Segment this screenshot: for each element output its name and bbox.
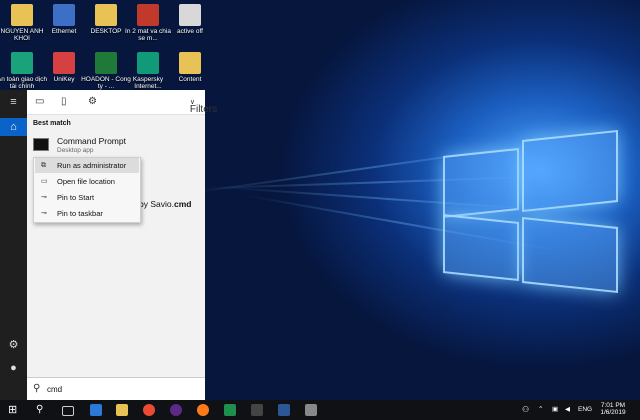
unikey-icon [53, 52, 75, 74]
start-search-panel: ≡ ⌂ ⚙ ● ▭ ▯ ⚙ Filters ∨ Best match Comma… [0, 90, 217, 401]
folder-icon: ▭ [41, 178, 48, 185]
menu-item-pin-to-start[interactable]: ⊸ Pin to Start [35, 190, 139, 205]
shield-run-icon: ⧉ [41, 162, 46, 169]
result-second[interactable]: by Savio.cmd [139, 199, 191, 209]
pin-icon: ⊸ [41, 210, 47, 217]
menu-item-run-as-administrator[interactable]: ⧉ Run as administrator [35, 158, 139, 173]
document-icon [179, 4, 201, 26]
menu-item-label: Pin to Start [57, 193, 95, 202]
app-icon[interactable] [305, 404, 317, 416]
desktop-icon-label: DESKTOP [90, 28, 122, 35]
menu-item-label: Run as administrator [57, 161, 127, 170]
taskbar: ⊞ ⚲ ⚇ ⌃ ▣ ◀ ENG 7:01 PM 1/6/2019 [0, 400, 640, 420]
task-view-icon[interactable] [62, 406, 74, 416]
network-icon [53, 4, 75, 26]
second-result-prefix: by Savio. [139, 199, 174, 209]
user-icon[interactable]: ● [7, 362, 20, 375]
desktop-icon-label: Ethernet [51, 28, 77, 35]
chevron-up-icon[interactable]: ⌃ [538, 405, 543, 413]
menu-item-open-file-location[interactable]: ▭ Open file location [35, 174, 139, 189]
search-icon: ⚲ [33, 383, 41, 394]
filters-dropdown[interactable]: Filters ∨ [190, 98, 217, 115]
search-filter-bar: ▭ ▯ ⚙ Filters ∨ [27, 90, 217, 115]
desktop-icon-label: Content [178, 76, 202, 83]
desktop-icon-active-off[interactable]: active off [164, 4, 216, 35]
desktop-icon-label: active off [177, 28, 203, 35]
start-rail: ≡ ⌂ ⚙ ● [0, 90, 27, 400]
people-icon[interactable]: ⚇ [522, 405, 529, 414]
volume-icon[interactable]: ◀ [565, 405, 570, 413]
search-box[interactable]: ⚲ cmd [27, 377, 205, 401]
desktop-icon-label: UniKey [53, 76, 75, 83]
pin-icon: ⊸ [41, 194, 47, 201]
store-icon[interactable] [224, 404, 236, 416]
security-app-icon [11, 52, 33, 74]
web-filter-gear-icon[interactable]: ⚙ [88, 96, 97, 107]
folder-icon [95, 4, 117, 26]
video-icon [137, 4, 159, 26]
language-indicator[interactable]: ENG [578, 406, 592, 413]
clock[interactable]: 7:01 PM 1/6/2019 [596, 402, 630, 416]
hamburger-menu-icon[interactable]: ≡ [7, 96, 20, 109]
start-button-windows-icon[interactable]: ⊞ [8, 404, 20, 416]
command-prompt-icon [33, 138, 49, 151]
search-results: Best match Command Prompt Desktop app by… [27, 115, 205, 375]
folder-icon [11, 4, 33, 26]
media-icon[interactable] [251, 404, 263, 416]
result-title: Command Prompt [57, 136, 126, 146]
menu-item-pin-to-taskbar[interactable]: ⊸ Pin to taskbar [35, 206, 139, 221]
settings-gear-icon[interactable]: ⚙ [7, 339, 20, 352]
home-icon[interactable]: ⌂ [0, 118, 27, 136]
word-icon[interactable] [278, 404, 290, 416]
result-subtitle: Desktop app [57, 147, 94, 154]
menu-item-label: Pin to taskbar [57, 209, 103, 218]
best-match-heading: Best match [33, 120, 71, 127]
desktop-icon-label: Kaspersky Internet... [132, 76, 164, 90]
desktop-icon-content[interactable]: Content [164, 52, 216, 83]
network-icon[interactable]: ▣ [552, 405, 558, 413]
clock-time: 7:01 PM [600, 402, 626, 409]
result-command-prompt[interactable]: Command Prompt Desktop app [29, 134, 203, 156]
folder-icon [179, 52, 201, 74]
search-input[interactable]: cmd [47, 385, 62, 394]
context-menu: ⧉ Run as administrator ▭ Open file locat… [33, 157, 141, 223]
search-icon[interactable]: ⚲ [36, 404, 48, 416]
file-explorer-icon[interactable] [116, 404, 128, 416]
edge-browser-icon[interactable] [90, 404, 102, 416]
app-icon[interactable] [170, 404, 182, 416]
menu-item-label: Open file location [57, 177, 115, 186]
kaspersky-icon [137, 52, 159, 74]
documents-filter-icon[interactable]: ▯ [61, 96, 67, 107]
filters-label: Filters [189, 104, 218, 115]
firefox-icon[interactable] [197, 404, 209, 416]
excel-icon [95, 52, 117, 74]
second-result-bold: cmd [173, 199, 192, 209]
apps-filter-icon[interactable]: ▭ [35, 96, 44, 107]
clock-date: 1/6/2019 [600, 409, 626, 416]
chrome-icon[interactable] [143, 404, 155, 416]
